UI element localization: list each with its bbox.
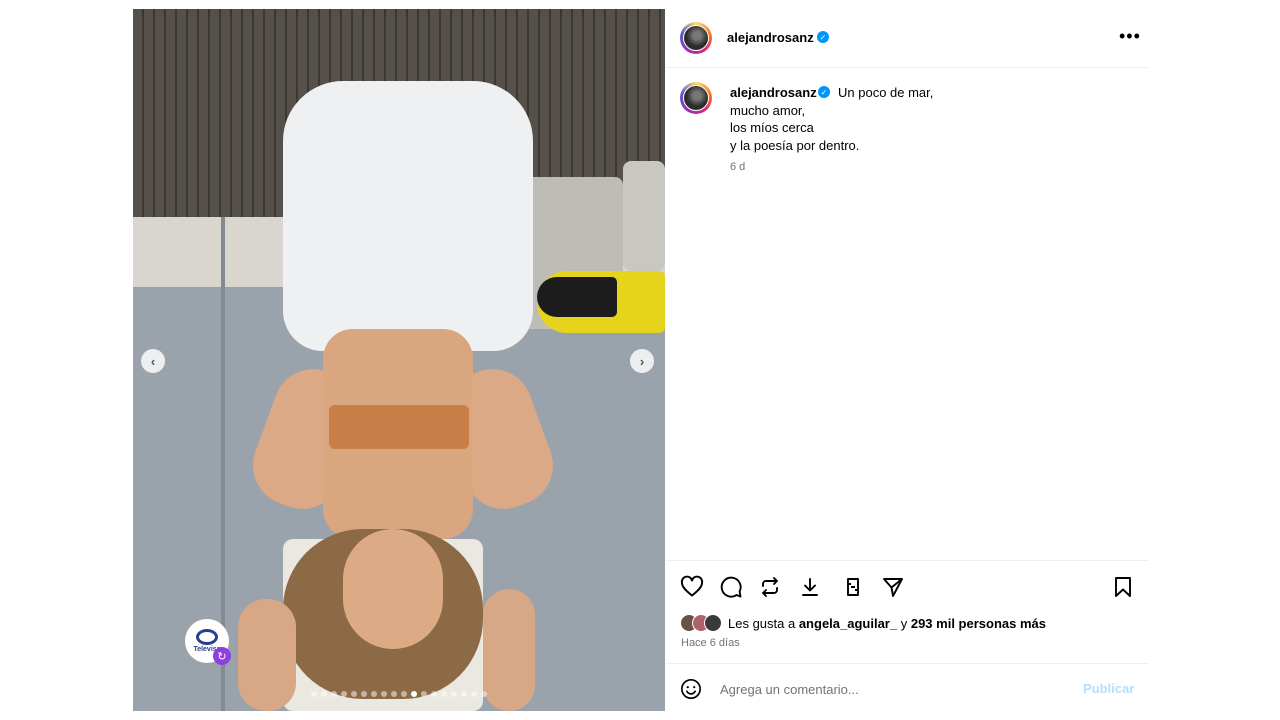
likes-text: Les gusta a angela_aguilar_ y 293 mil pe… bbox=[728, 616, 1046, 631]
header-username[interactable]: alejandrosanz bbox=[727, 30, 814, 45]
comment-icon[interactable] bbox=[719, 575, 743, 599]
televisa-logo-icon bbox=[196, 629, 218, 645]
send-icon[interactable] bbox=[881, 575, 905, 599]
carousel-dot bbox=[391, 691, 397, 697]
carousel-dots bbox=[133, 691, 665, 697]
carousel-dot bbox=[461, 691, 467, 697]
liker-avatar-3 bbox=[704, 614, 722, 632]
photo-face bbox=[343, 529, 443, 649]
carousel-dot bbox=[331, 691, 337, 697]
action-bar bbox=[666, 560, 1148, 611]
repost-icon[interactable] bbox=[758, 575, 782, 599]
emoji-icon[interactable] bbox=[680, 678, 702, 700]
likes-others-link[interactable]: 293 mil personas más bbox=[911, 616, 1046, 631]
more-options-icon[interactable]: ••• bbox=[1119, 27, 1141, 45]
caption-line-2: mucho amor, bbox=[730, 102, 806, 118]
likes-user-link[interactable]: angela_aguilar_ bbox=[799, 616, 897, 631]
carousel-dot bbox=[371, 691, 377, 697]
caption-line-3: los míos cerca bbox=[730, 120, 814, 135]
bookmark-icon[interactable] bbox=[1111, 575, 1135, 599]
post-details-panel: alejandrosanz ✓ ••• alejandrosanz ✓ Un p… bbox=[666, 9, 1148, 711]
verified-icon: ✓ bbox=[817, 31, 829, 43]
photo-pants bbox=[283, 81, 533, 351]
caption-timestamp[interactable]: 6 d bbox=[730, 161, 745, 173]
carousel-dot bbox=[421, 691, 427, 697]
caption-avatar[interactable] bbox=[680, 82, 712, 114]
heart-icon[interactable] bbox=[680, 575, 704, 599]
carousel-dot bbox=[471, 691, 477, 697]
post-media[interactable]: ‹ › Televisa ↻ bbox=[133, 9, 665, 711]
likes-summary[interactable]: Les gusta a angela_aguilar_ y 293 mil pe… bbox=[680, 613, 1046, 633]
download-icon[interactable] bbox=[798, 575, 822, 599]
publish-button[interactable]: Publicar bbox=[1083, 681, 1134, 696]
carousel-dot bbox=[411, 691, 417, 697]
likes-prefix: Les gusta a bbox=[728, 615, 799, 631]
carousel-dot bbox=[341, 691, 347, 697]
carousel-dot bbox=[401, 691, 407, 697]
carousel-dot bbox=[351, 691, 357, 697]
likes-middle: y bbox=[897, 615, 911, 631]
carousel-dot bbox=[311, 691, 317, 697]
carousel-prev-button[interactable]: ‹ bbox=[141, 349, 165, 373]
photo-top bbox=[329, 405, 469, 449]
carousel-dot bbox=[381, 691, 387, 697]
caption: Un poco de mar, mucho amor, los míos cer… bbox=[730, 84, 1130, 154]
photo-towel-2 bbox=[623, 161, 665, 271]
caption-line-4: y la poesía por dentro. bbox=[730, 137, 860, 153]
carousel-dot bbox=[361, 691, 367, 697]
carousel-dot bbox=[481, 691, 487, 697]
carousel-dot bbox=[441, 691, 447, 697]
carousel-dot bbox=[451, 691, 457, 697]
avatar[interactable] bbox=[680, 22, 712, 54]
share-icon[interactable] bbox=[841, 575, 865, 599]
chevron-left-icon: ‹ bbox=[150, 353, 156, 369]
caption-line-1: Un poco de mar, bbox=[838, 85, 934, 100]
post-header: alejandrosanz ✓ ••• bbox=[666, 9, 1148, 68]
carousel-next-button[interactable]: › bbox=[630, 349, 654, 373]
post-date[interactable]: Hace 6 días bbox=[681, 637, 740, 649]
carousel-dot bbox=[431, 691, 437, 697]
chevron-right-icon: › bbox=[639, 353, 645, 369]
comment-input[interactable] bbox=[718, 676, 1052, 702]
carousel-dot bbox=[321, 691, 327, 697]
photo-fin-inner bbox=[537, 277, 617, 317]
repost-badge-icon: ↻ bbox=[213, 647, 231, 665]
comment-bar: Publicar bbox=[666, 663, 1148, 712]
